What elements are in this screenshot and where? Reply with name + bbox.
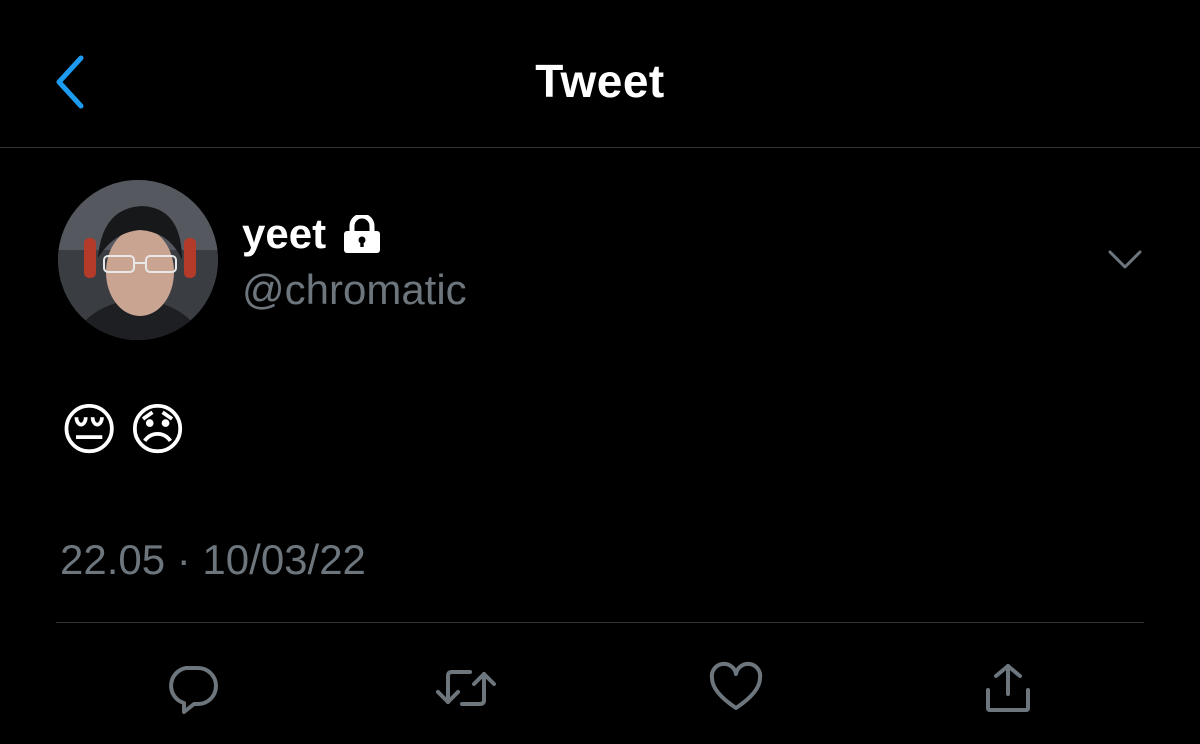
- divider: [56, 622, 1144, 623]
- top-bar: Tweet: [0, 0, 1200, 148]
- more-options-button[interactable]: [1100, 240, 1150, 280]
- avatar[interactable]: [58, 180, 218, 340]
- reply-button[interactable]: [152, 648, 232, 728]
- author-name-row: yeet: [242, 210, 384, 258]
- avatar-photo: [58, 180, 218, 340]
- reply-icon: [169, 666, 218, 714]
- tweet-text: 😔😞: [60, 398, 197, 461]
- share-icon: [986, 664, 1030, 712]
- like-button[interactable]: [696, 648, 776, 728]
- retweet-button[interactable]: [426, 648, 506, 728]
- tweet-author-row: yeet @chromatic: [58, 180, 1158, 342]
- chevron-down-icon: [1108, 250, 1142, 269]
- page-title: Tweet: [535, 55, 665, 107]
- lock-icon: [340, 215, 384, 253]
- tweet-actions-bar: [0, 648, 1200, 728]
- user-handle[interactable]: @chromatic: [242, 266, 467, 314]
- retweet-icon: [436, 670, 496, 706]
- share-button[interactable]: [968, 648, 1048, 728]
- display-name[interactable]: yeet: [242, 210, 326, 258]
- heart-icon: [709, 661, 763, 710]
- tweet-timestamp[interactable]: 22.05 · 10/03/22: [60, 536, 366, 584]
